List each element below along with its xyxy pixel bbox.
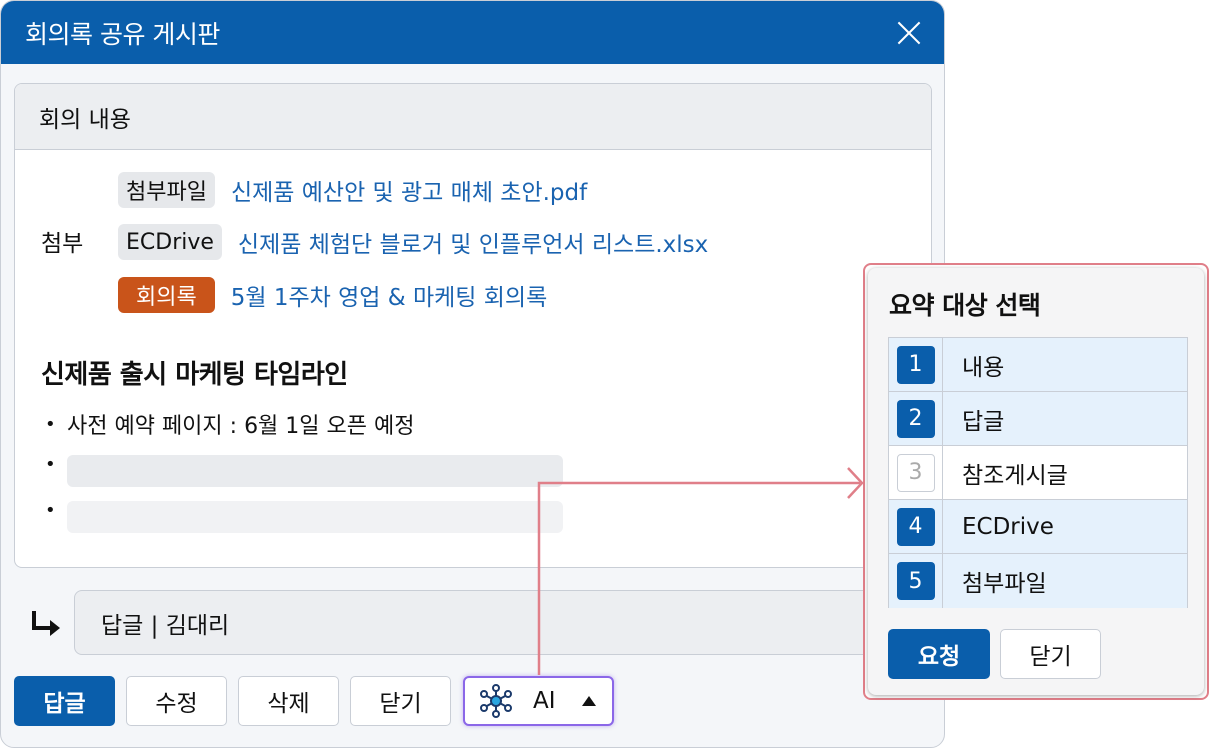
summary-target-list: 1 내용 2 답글 3 참조게시글 4 ECDrive 5 첨부파일 [888,337,1188,608]
request-button[interactable]: 요청 [888,629,990,679]
reply-arrow-icon [32,611,60,636]
bullet-mark: • [45,500,56,521]
option-label: 참조게시글 [962,462,1068,489]
option-label: ECDrive [962,513,1054,540]
placeholder-line [67,501,563,533]
option-label: 내용 [962,354,1005,381]
bullet-item: • [45,454,67,475]
network-icon [480,684,512,718]
attachment-tag-meeting: 회의록 [118,277,215,313]
reply-text: 답글 | 김대리 [101,612,230,639]
bullet-item: • [45,500,67,521]
placeholder-line [67,455,563,487]
edit-button[interactable]: 수정 [126,676,227,726]
option-attachment[interactable]: 5 첨부파일 [889,554,1187,608]
reply-item[interactable]: 답글 | 김대리 [74,590,934,655]
ai-button[interactable]: AI [463,676,614,726]
attachment-row: 첨부파일 신제품 예산안 및 광고 매체 초안.pdf [118,171,587,209]
option-number: 3 [896,453,935,492]
attachment-tag: ECDrive [118,224,222,260]
option-number: 1 [896,345,935,384]
window-title: 회의록 공유 게시판 [25,19,220,49]
bullet-mark: • [45,413,56,435]
attach-label: 첨부 [41,231,84,257]
section-title: 신제품 출시 마케팅 타임라인 [41,360,348,390]
attachment-row: ECDrive 신제품 체험단 블로거 및 인플루언서 리스트.xlsx [118,223,708,261]
close-button[interactable]: 닫기 [350,676,451,726]
title-bar: 회의록 공유 게시판 [1,1,944,64]
option-ecdrive[interactable]: 4 ECDrive [889,500,1187,554]
ai-label: AI [533,688,556,714]
option-reference-post[interactable]: 3 참조게시글 [889,446,1187,500]
attachment-link[interactable]: 신제품 예산안 및 광고 매체 초안.pdf [231,173,587,207]
option-number: 5 [896,562,935,600]
reply-button[interactable]: 답글 [14,676,115,726]
attachment-tag: 첨부파일 [118,172,215,208]
option-reply[interactable]: 2 답글 [889,392,1187,446]
bullet-mark: • [45,454,56,475]
board-window: 회의록 공유 게시판 회의 내용 첨부 첨부파일 신제품 예산안 및 광고 매체… [0,0,945,748]
popup-title: 요약 대상 선택 [889,291,1041,320]
option-label: 답글 [962,408,1005,435]
option-number: 4 [896,507,935,546]
summary-popup: 요약 대상 선택 1 내용 2 답글 3 참조게시글 4 ECDrive 5 첨… [868,268,1204,695]
delete-button[interactable]: 삭제 [238,676,339,726]
attachment-link[interactable]: 5월 1주차 영업 & 마케팅 회의록 [231,278,548,312]
panel-header: 회의 내용 [15,84,931,150]
option-content[interactable]: 1 내용 [889,338,1187,392]
close-icon[interactable] [894,18,924,48]
content-panel: 회의 내용 첨부 첨부파일 신제품 예산안 및 광고 매체 초안.pdf ECD… [14,83,932,568]
caret-up-icon [581,696,596,706]
attachment-link[interactable]: 신제품 체험단 블로거 및 인플루언서 리스트.xlsx [238,225,708,259]
bullet-text: 사전 예약 페이지 : 6월 1일 오픈 예정 [67,414,415,439]
attachment-row: 회의록 5월 1주차 영업 & 마케팅 회의록 [118,276,547,314]
option-number: 2 [896,399,935,438]
summary-popup-highlight: 요약 대상 선택 1 내용 2 답글 3 참조게시글 4 ECDrive 5 첨… [863,263,1209,700]
popup-close-button[interactable]: 닫기 [1000,629,1101,679]
option-label: 첨부파일 [962,571,1047,597]
bullet-item: • 사전 예약 페이지 : 6월 1일 오픈 예정 [45,408,414,440]
